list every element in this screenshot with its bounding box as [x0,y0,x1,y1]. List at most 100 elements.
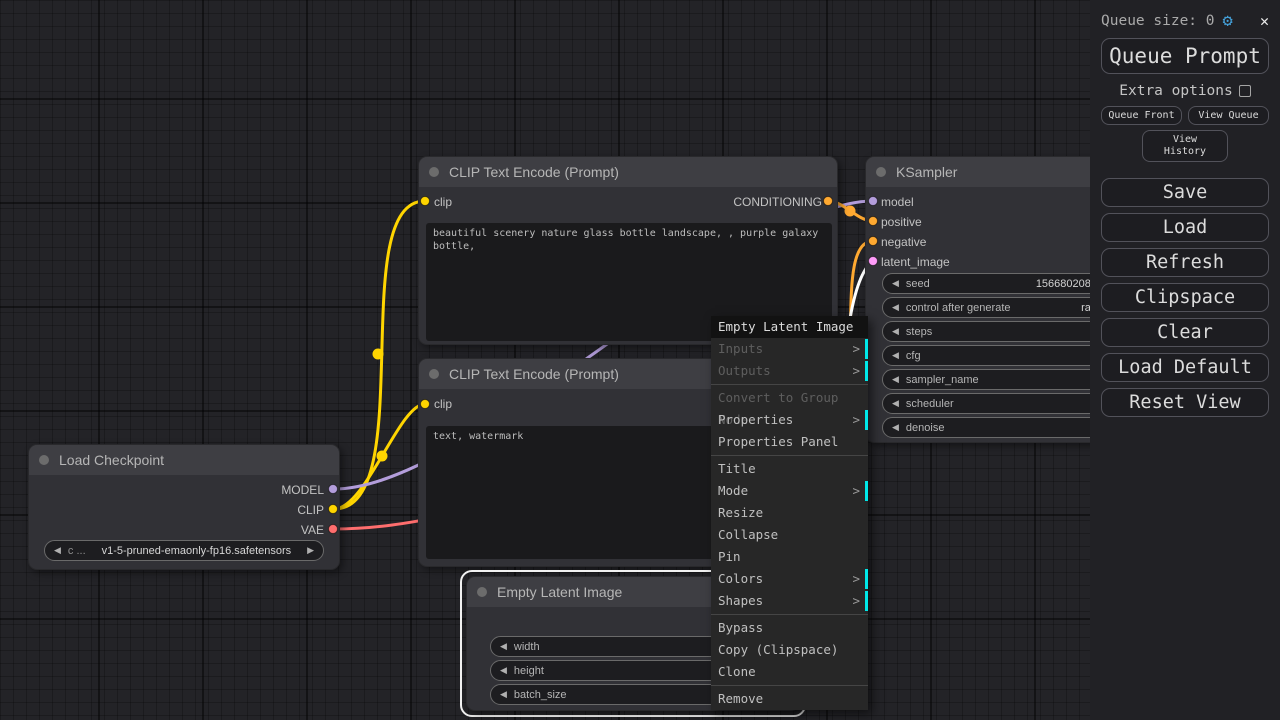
node-header[interactable]: CLIP Text Encode (Prompt) [419,157,837,187]
menu-item-clone[interactable]: Clone [711,661,868,683]
node-ksampler[interactable]: KSampler model positive negative latent_… [865,156,1125,443]
model-input-label: model [881,195,914,209]
widget-value: v1-5-pruned-emaonly-fp16.safetensors [93,545,300,557]
widget-left-arrow-icon[interactable]: ◀ [500,641,507,652]
widget-label: sampler_name [906,374,979,386]
menu-item-convert-to-group-node: Convert to Group Node [711,387,868,409]
context-menu-title: Empty Latent Image [711,316,868,338]
menu-item-resize[interactable]: Resize [711,502,868,524]
refresh-button[interactable]: Refresh [1101,248,1269,277]
widget-left-arrow-icon[interactable]: ◀ [892,398,899,409]
cfg-widget[interactable]: ◀ cfg [882,345,1107,366]
link-clip-to-clip1 [334,201,425,509]
menu-separator [711,685,868,686]
menu-item-mode[interactable]: Mode> [711,480,868,502]
submenu-accent-bar [865,481,868,501]
denoise-widget[interactable]: ◀ denoise [882,417,1107,438]
menu-item-outputs: Outputs> [711,360,868,382]
widget-left-arrow-icon[interactable]: ◀ [892,350,899,361]
submenu-arrow-icon: > [852,480,860,502]
clipspace-button[interactable]: Clipspace [1101,283,1269,312]
load-button[interactable]: Load [1101,213,1269,242]
widget-label: c ... [68,545,86,557]
submenu-accent-bar [865,361,868,381]
reset-view-button[interactable]: Reset View [1101,388,1269,417]
queue-prompt-button[interactable]: Queue Prompt [1101,38,1269,74]
menu-item-inputs: Inputs> [711,338,868,360]
view-history-button[interactable]: ViewHistory [1142,130,1228,162]
menu-separator [711,455,868,456]
widget-label: seed [906,278,930,290]
collapse-dot-icon[interactable] [429,369,439,379]
menu-item-properties[interactable]: Properties> [711,409,868,431]
widget-left-arrow-icon[interactable]: ◀ [892,422,899,433]
menu-item-properties-panel[interactable]: Properties Panel [711,431,868,453]
menu-separator [711,384,868,385]
widget-left-arrow-icon[interactable]: ◀ [892,278,899,289]
close-icon[interactable]: ✕ [1260,12,1269,30]
submenu-accent-bar [865,410,868,430]
widget-label: cfg [906,350,921,362]
widget-label: control after generate [906,302,1011,314]
menu-item-collapse[interactable]: Collapse [711,524,868,546]
menu-item-title[interactable]: Title [711,458,868,480]
menu-item-shapes[interactable]: Shapes> [711,590,868,612]
menu-item-colors[interactable]: Colors> [711,568,868,590]
positive-input-label: positive [881,215,922,229]
collapse-dot-icon[interactable] [876,167,886,177]
comfy-menu-panel: Queue size: 0 ⚙ ✕ Queue Prompt Extra opt… [1090,0,1280,720]
ckpt-name-widget[interactable]: ◀ c ... v1-5-pruned-emaonly-fp16.safeten… [44,540,324,561]
view-queue-button[interactable]: View Queue [1188,106,1269,125]
widget-left-arrow-icon[interactable]: ◀ [892,302,899,313]
widget-label: denoise [906,422,945,434]
control-after-generate-widget[interactable]: ◀ control after generate ran [882,297,1107,318]
sampler-name-widget[interactable]: ◀ sampler_name [882,369,1107,390]
scheduler-widget[interactable]: ◀ scheduler [882,393,1107,414]
menu-item-pin[interactable]: Pin [711,546,868,568]
node-title: KSampler [896,164,957,180]
steps-widget[interactable]: ◀ steps [882,321,1107,342]
widget-left-arrow-icon[interactable]: ◀ [54,545,61,556]
clip-output-label: CLIP [297,503,324,517]
widget-left-arrow-icon[interactable]: ◀ [500,689,507,700]
menu-separator [711,614,868,615]
submenu-accent-bar [865,569,868,589]
widget-label: height [514,665,544,677]
node-header[interactable]: Load Checkpoint [29,445,339,475]
widget-left-arrow-icon[interactable]: ◀ [892,374,899,385]
extra-options-checkbox[interactable] [1239,85,1251,97]
widget-left-arrow-icon[interactable]: ◀ [500,665,507,676]
seed-widget[interactable]: ◀ seed 1566802087 [882,273,1107,294]
menu-item-bypass[interactable]: Bypass [711,617,868,639]
collapse-dot-icon[interactable] [477,587,487,597]
link-midpoint-dot [845,206,856,217]
node-load-checkpoint[interactable]: Load Checkpoint MODEL CLIP VAE ◀ c ... v… [28,444,340,570]
clip-input-label: clip [434,397,452,411]
queue-front-button[interactable]: Queue Front [1101,106,1182,125]
widget-right-arrow-icon[interactable]: ▶ [307,545,314,556]
node-title: Load Checkpoint [59,452,164,468]
menu-item-copy-clipspace[interactable]: Copy (Clipspace) [711,639,868,661]
submenu-accent-bar [865,591,868,611]
load-default-button[interactable]: Load Default [1101,353,1269,382]
clear-button[interactable]: Clear [1101,318,1269,347]
menu-item-remove[interactable]: Remove [711,688,868,710]
link-midpoint-dot [373,349,384,360]
conditioning-output-label: CONDITIONING [733,195,822,209]
submenu-arrow-icon: > [852,409,860,431]
link-clip-to-clip2 [334,404,425,509]
node-graph-canvas[interactable]: CLIP Text Encode (Prompt) clip CONDITION… [0,0,1280,720]
node-title: CLIP Text Encode (Prompt) [449,366,619,382]
widget-left-arrow-icon[interactable]: ◀ [892,326,899,337]
settings-gear-icon[interactable]: ⚙ [1223,13,1233,30]
widget-label: batch_size [514,689,567,701]
submenu-arrow-icon: > [852,360,860,382]
collapse-dot-icon[interactable] [429,167,439,177]
save-button[interactable]: Save [1101,178,1269,207]
vae-output-label: VAE [301,523,324,537]
clip-input-label: clip [434,195,452,209]
node-title: CLIP Text Encode (Prompt) [449,164,619,180]
submenu-arrow-icon: > [852,568,860,590]
collapse-dot-icon[interactable] [39,455,49,465]
node-header[interactable]: KSampler [866,157,1124,187]
